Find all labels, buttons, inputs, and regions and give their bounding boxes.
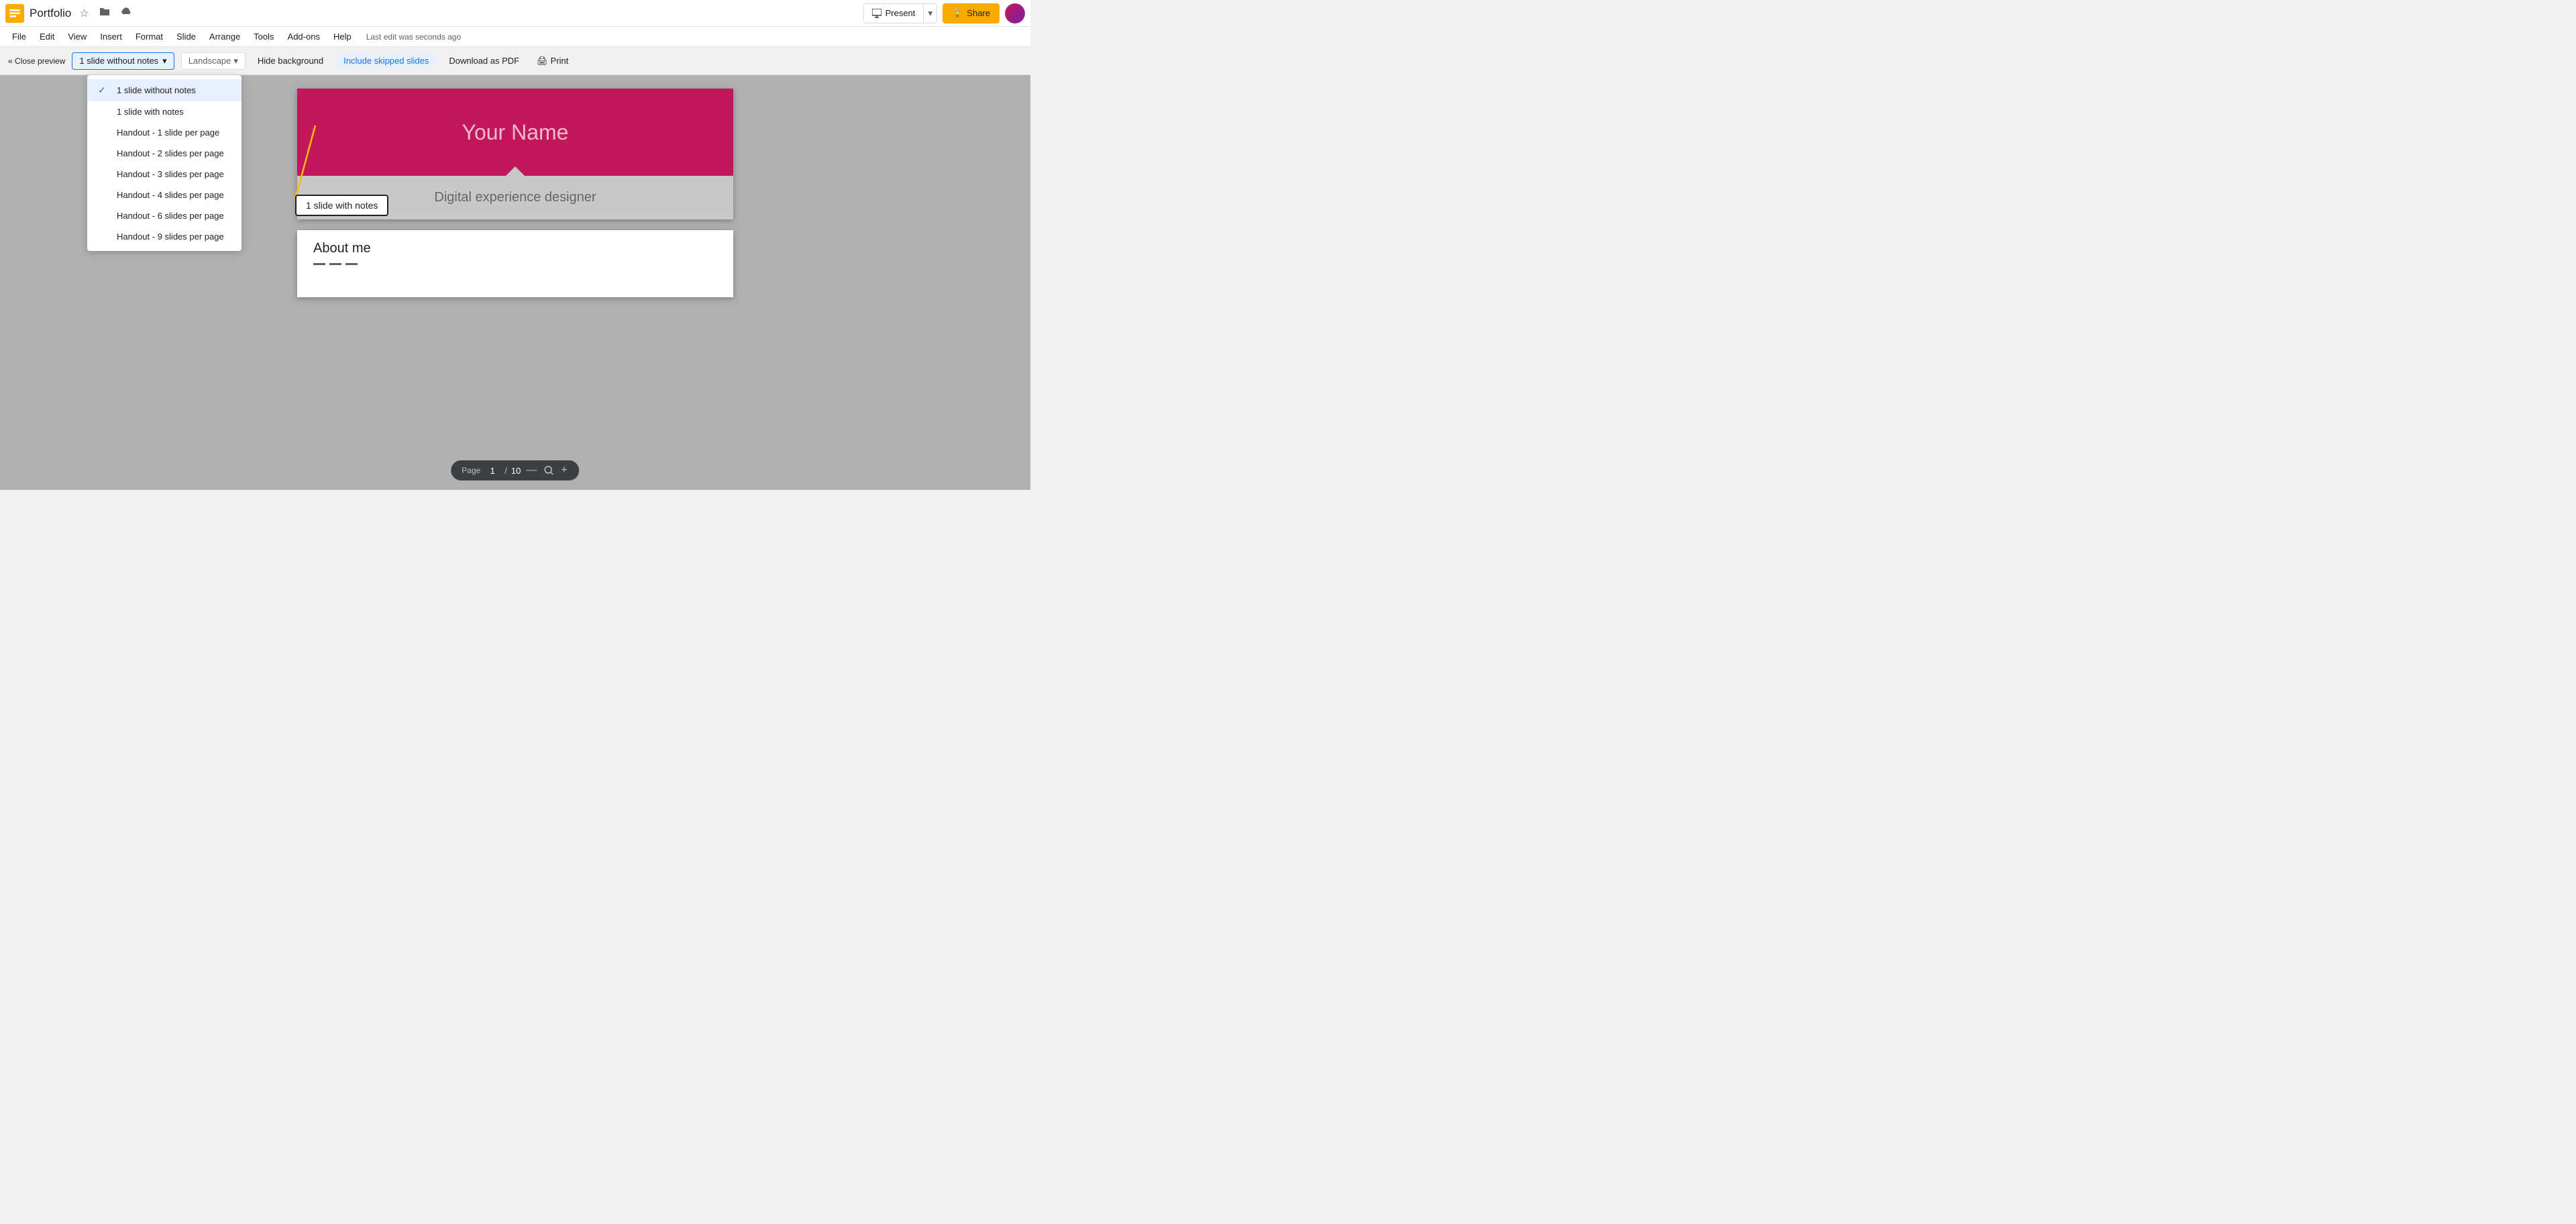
present-label: Present	[885, 8, 916, 18]
slide-subtitle: Digital experience designer	[434, 190, 596, 205]
page-nav-plus-button[interactable]: +	[559, 464, 568, 476]
dropdown-item-handout-2[interactable]: Handout - 2 slides per page	[87, 143, 241, 164]
line-dash-1	[313, 263, 325, 265]
menu-bar: File Edit View Insert Format Slide Arran…	[0, 27, 1030, 47]
include-skipped-label: Include skipped slides	[343, 56, 429, 66]
slide-title: Your Name	[462, 120, 569, 145]
dropdown-item-label: 1 slide without notes	[117, 85, 196, 95]
close-preview-label: « Close preview	[8, 56, 65, 66]
present-button-group: Present ▾	[863, 3, 938, 23]
dropdown-item-handout-6[interactable]: Handout - 6 slides per page	[87, 205, 241, 226]
menu-slide[interactable]: Slide	[170, 29, 203, 44]
dropdown-item-1-slide-without-notes[interactable]: ✓ 1 slide without notes	[87, 79, 241, 101]
orientation-caret: ▾	[233, 56, 238, 66]
dropdown-item-label: Handout - 1 slide per page	[117, 128, 219, 138]
speech-bubble-arrow	[506, 166, 525, 176]
print-icon: 🖨	[537, 56, 548, 66]
menu-edit[interactable]: Edit	[33, 29, 61, 44]
orientation-label: Landscape	[189, 56, 231, 66]
title-right: Present ▾ 🔒 Share	[863, 3, 1025, 23]
dropdown-item-handout-9[interactable]: Handout - 9 slides per page	[87, 226, 241, 247]
page-nav-label: Page	[462, 466, 480, 475]
page-nav-zoom-button[interactable]	[542, 465, 555, 476]
dropdown-item-handout-1[interactable]: Handout - 1 slide per page	[87, 122, 241, 143]
menu-view[interactable]: View	[61, 29, 93, 44]
dropdown-item-handout-4[interactable]: Handout - 4 slides per page	[87, 185, 241, 205]
include-skipped-button[interactable]: Include skipped slides	[335, 53, 437, 68]
download-pdf-button[interactable]: Download as PDF	[443, 53, 525, 68]
page-nav-separator: /	[504, 466, 507, 476]
menu-help[interactable]: Help	[327, 29, 358, 44]
present-main-button[interactable]: Present	[864, 4, 924, 23]
layout-dropdown[interactable]: 1 slide without notes ▾	[72, 52, 174, 70]
share-label: Share	[967, 8, 990, 18]
slide-card-2: About me	[297, 230, 733, 297]
menu-insert[interactable]: Insert	[93, 29, 129, 44]
preview-bar: « Close preview 1 slide without notes ▾ …	[0, 47, 1030, 75]
annotation-label: 1 slide with notes	[306, 200, 378, 211]
dropdown-item-1-slide-with-notes[interactable]: 1 slide with notes	[87, 101, 241, 122]
page-nav-bar: Page / 10 — +	[451, 460, 579, 480]
title-bar: Portfolio ☆ Present ▾ 🔒 Share	[0, 0, 1030, 27]
page-nav-input[interactable]	[484, 466, 500, 476]
dropdown-item-handout-3[interactable]: Handout - 3 slides per page	[87, 164, 241, 185]
app-title: Portfolio	[30, 7, 71, 20]
avatar-image	[1005, 3, 1025, 23]
share-lock-icon: 🔒	[952, 8, 963, 19]
slide-header-background: Your Name	[297, 89, 733, 176]
dropdown-item-label: Handout - 2 slides per page	[117, 148, 224, 158]
layout-dropdown-caret: ▾	[162, 56, 167, 66]
print-button[interactable]: 🖨 Print	[531, 53, 574, 69]
layout-dropdown-label: 1 slide without notes	[79, 56, 158, 66]
dropdown-item-label: Handout - 4 slides per page	[117, 190, 224, 200]
share-button[interactable]: 🔒 Share	[943, 3, 1000, 23]
close-preview-button[interactable]: « Close preview	[8, 56, 65, 66]
line-dash-2	[329, 263, 341, 265]
hide-background-button[interactable]: Hide background	[252, 53, 329, 68]
menu-tools[interactable]: Tools	[247, 29, 280, 44]
page-nav-minus-button[interactable]: —	[525, 464, 538, 476]
menu-add-ons[interactable]: Add-ons	[281, 29, 327, 44]
dropdown-item-label: Handout - 3 slides per page	[117, 169, 224, 179]
title-icons: ☆	[76, 3, 134, 23]
dropdown-item-label: Handout - 9 slides per page	[117, 232, 224, 242]
download-pdf-label: Download as PDF	[449, 56, 519, 66]
menu-file[interactable]: File	[5, 29, 33, 44]
layout-dropdown-menu: ✓ 1 slide without notes 1 slide with not…	[87, 75, 241, 251]
cloud-save-button[interactable]	[117, 3, 135, 23]
menu-format[interactable]: Format	[129, 29, 170, 44]
check-icon: ✓	[98, 85, 110, 96]
orientation-dropdown[interactable]: Landscape ▾	[181, 52, 246, 70]
line-dash-3	[345, 263, 358, 265]
present-caret-button[interactable]: ▾	[923, 4, 936, 23]
hide-background-label: Hide background	[258, 56, 323, 66]
avatar[interactable]	[1005, 3, 1025, 23]
app-icon	[5, 4, 24, 23]
last-edit-label: Last edit was seconds ago	[366, 32, 461, 42]
star-button[interactable]: ☆	[76, 4, 91, 23]
menu-arrange[interactable]: Arrange	[203, 29, 247, 44]
slide2-decoration	[313, 260, 717, 265]
slide2-title: About me	[313, 241, 717, 256]
move-to-folder-button[interactable]	[96, 3, 113, 23]
dropdown-item-label: 1 slide with notes	[117, 107, 184, 117]
page-nav-total: 10	[511, 466, 521, 476]
annotation-tooltip: 1 slide with notes	[295, 195, 388, 216]
print-label: Print	[551, 56, 569, 66]
dropdown-item-label: Handout - 6 slides per page	[117, 211, 224, 221]
